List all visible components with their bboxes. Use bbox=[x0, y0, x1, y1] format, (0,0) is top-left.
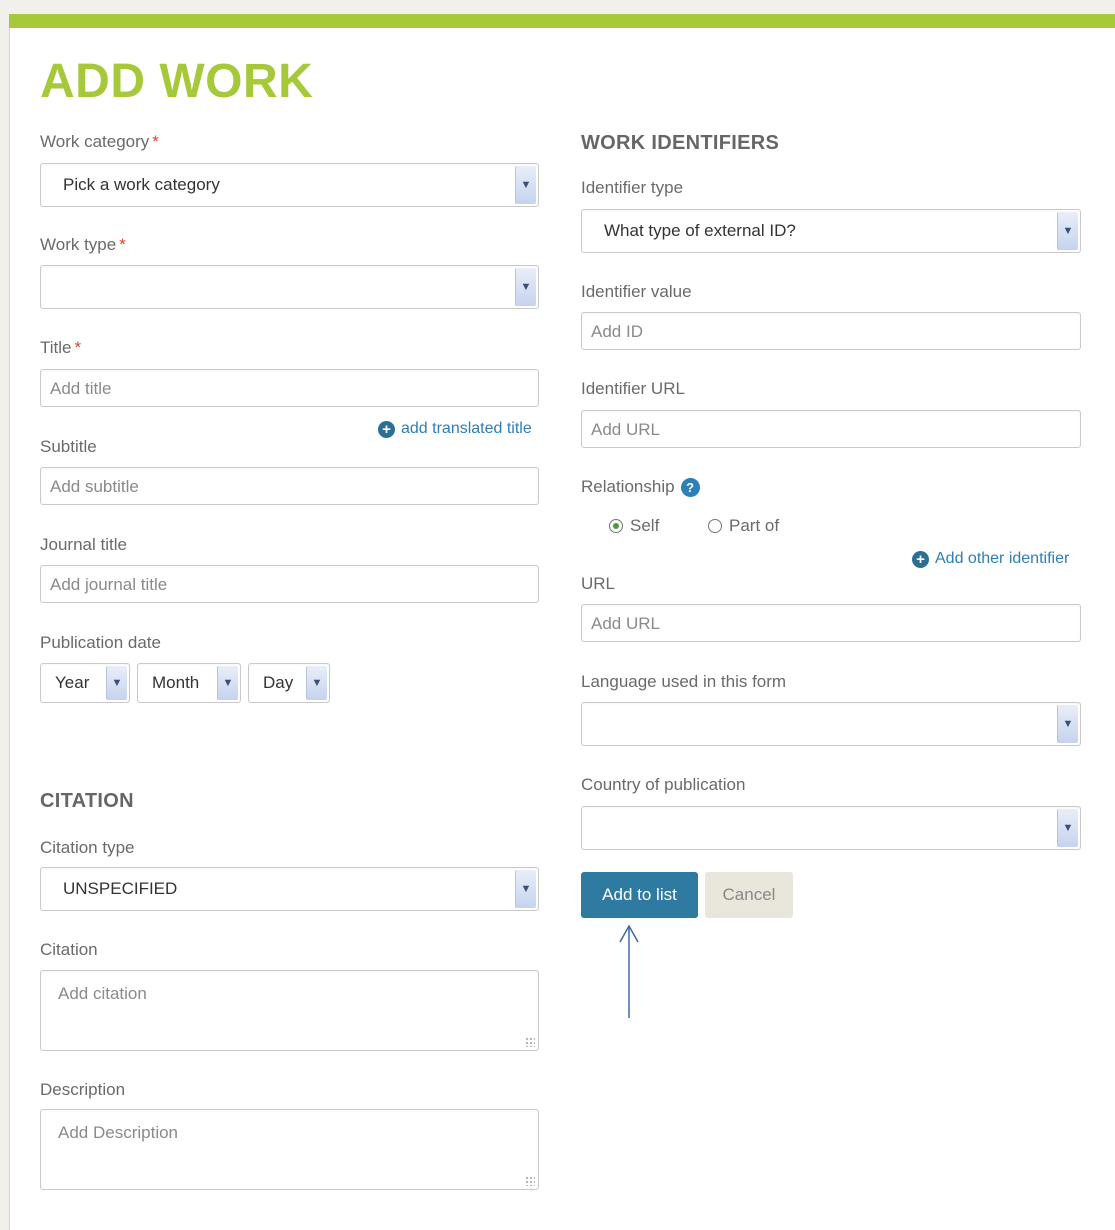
chevron-down-icon[interactable]: ▼ bbox=[515, 268, 536, 306]
citation-label: Citation bbox=[40, 940, 98, 959]
description-textarea[interactable]: Add Description bbox=[40, 1109, 539, 1190]
chevron-down-icon[interactable]: ▼ bbox=[217, 666, 238, 700]
url-input[interactable]: Add URL bbox=[581, 604, 1081, 642]
identifier-type-value: What type of external ID? bbox=[604, 221, 796, 240]
title-label: Title * bbox=[40, 338, 82, 357]
required-marker: * bbox=[152, 132, 159, 151]
plus-circle-icon: + bbox=[912, 550, 929, 568]
page-title: ADD WORK bbox=[40, 55, 314, 108]
chevron-down-icon[interactable]: ▼ bbox=[1057, 705, 1078, 743]
chevron-down-icon[interactable]: ▼ bbox=[306, 666, 327, 700]
citation-type-select[interactable]: UNSPECIFIED ▼ bbox=[40, 867, 539, 911]
identifier-url-input[interactable]: Add URL bbox=[581, 410, 1081, 448]
add-to-list-button[interactable]: Add to list bbox=[581, 872, 698, 918]
country-label: Country of publication bbox=[581, 775, 746, 794]
relationship-self-option[interactable]: Self bbox=[609, 516, 659, 536]
top-accent-bar bbox=[9, 14, 1115, 28]
work-category-value: Pick a work category bbox=[63, 175, 220, 194]
description-placeholder: Add Description bbox=[58, 1123, 179, 1142]
citation-placeholder: Add citation bbox=[58, 984, 147, 1003]
up-arrow-icon bbox=[619, 924, 639, 1018]
citation-type-value: UNSPECIFIED bbox=[63, 879, 178, 898]
title-input[interactable]: Add title bbox=[40, 369, 539, 407]
language-label: Language used in this form bbox=[581, 672, 787, 691]
chevron-down-icon[interactable]: ▼ bbox=[1057, 809, 1078, 847]
identifier-type-select[interactable]: What type of external ID? ▼ bbox=[581, 209, 1081, 253]
radio-part-of[interactable] bbox=[708, 519, 722, 533]
relationship-label: Relationship ? bbox=[581, 477, 700, 497]
identifier-value-input[interactable]: Add ID bbox=[581, 312, 1081, 350]
citation-heading: CITATION bbox=[40, 790, 134, 812]
work-type-label: Work type * bbox=[40, 235, 126, 254]
chevron-down-icon[interactable]: ▼ bbox=[515, 870, 536, 908]
publication-date-label: Publication date bbox=[40, 633, 161, 652]
relationship-part-of-option[interactable]: Part of bbox=[708, 516, 779, 536]
add-translated-title-link[interactable]: + add translated title bbox=[378, 419, 532, 439]
year-value: Year bbox=[55, 673, 90, 692]
day-value: Day bbox=[263, 673, 294, 692]
work-identifiers-heading: WORK IDENTIFIERS bbox=[581, 132, 780, 154]
chevron-down-icon[interactable]: ▼ bbox=[515, 166, 536, 204]
country-select[interactable]: ▼ bbox=[581, 806, 1081, 850]
day-select[interactable]: Day ▼ bbox=[248, 663, 330, 703]
subtitle-input[interactable]: Add subtitle bbox=[40, 467, 539, 505]
identifier-value-label: Identifier value bbox=[581, 282, 692, 301]
question-circle-icon[interactable]: ? bbox=[680, 477, 700, 497]
add-other-identifier-link[interactable]: + Add other identifier bbox=[912, 549, 1069, 569]
work-type-select[interactable]: ▼ bbox=[40, 265, 539, 309]
chevron-down-icon[interactable]: ▼ bbox=[1057, 212, 1078, 250]
radio-self[interactable] bbox=[609, 519, 623, 533]
plus-circle-icon: + bbox=[378, 420, 395, 438]
work-category-select[interactable]: Pick a work category ▼ bbox=[40, 163, 539, 207]
work-category-label: Work category * bbox=[40, 132, 159, 151]
resize-grip-icon[interactable] bbox=[525, 1176, 535, 1186]
subtitle-label: Subtitle bbox=[40, 437, 97, 456]
journal-title-input[interactable]: Add journal title bbox=[40, 565, 539, 603]
month-select[interactable]: Month ▼ bbox=[137, 663, 241, 703]
citation-textarea[interactable]: Add citation bbox=[40, 970, 539, 1051]
identifier-url-label: Identifier URL bbox=[581, 379, 685, 398]
journal-title-label: Journal title bbox=[40, 535, 127, 554]
required-marker: * bbox=[119, 235, 126, 254]
description-label: Description bbox=[40, 1080, 126, 1099]
identifier-type-label: Identifier type bbox=[581, 178, 684, 197]
required-marker: * bbox=[74, 338, 82, 357]
cancel-button[interactable]: Cancel bbox=[705, 872, 793, 918]
language-select[interactable]: ▼ bbox=[581, 702, 1081, 746]
year-select[interactable]: Year ▼ bbox=[40, 663, 130, 703]
chevron-down-icon[interactable]: ▼ bbox=[106, 666, 127, 700]
citation-type-label: Citation type bbox=[40, 838, 135, 857]
resize-grip-icon[interactable] bbox=[525, 1037, 535, 1047]
month-value: Month bbox=[152, 673, 200, 692]
url-label: URL bbox=[581, 574, 616, 593]
